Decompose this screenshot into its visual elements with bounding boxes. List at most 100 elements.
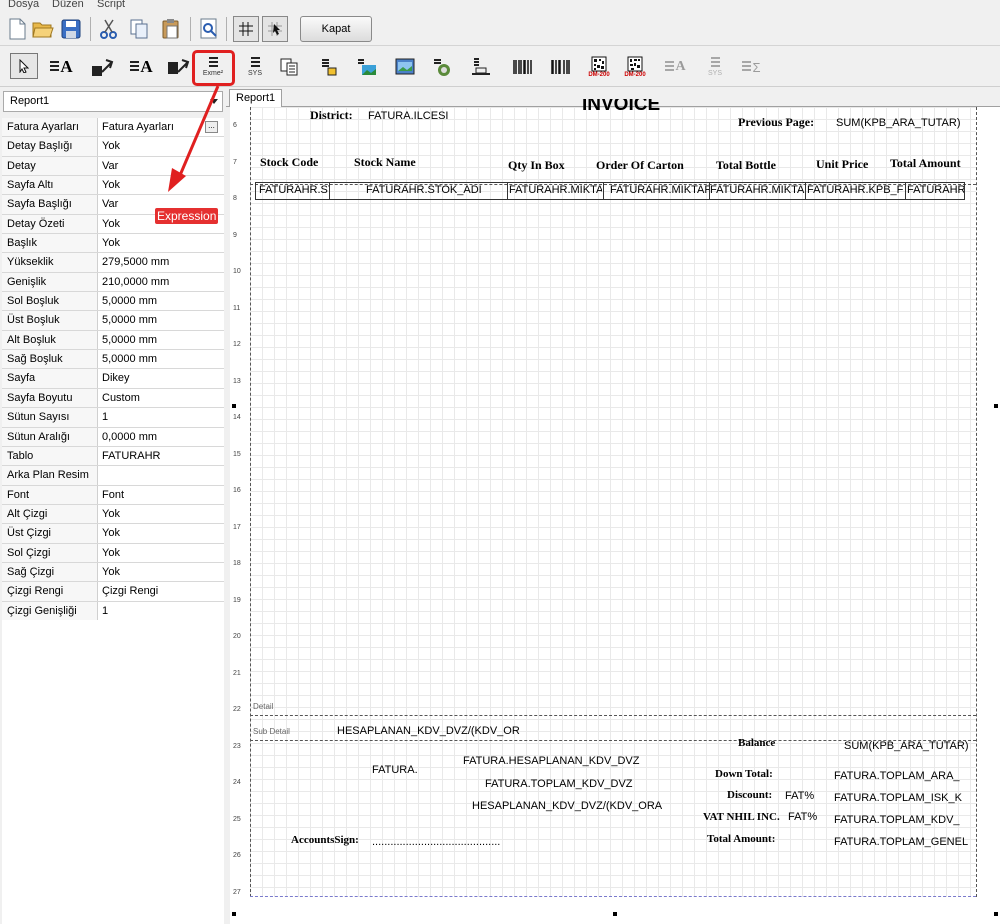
property-value[interactable]: Yok [102, 140, 120, 152]
property-row[interactable]: Çizgi Genişliği 1 [2, 601, 224, 621]
property-value[interactable]: Var [102, 198, 118, 210]
property-value[interactable]: 5,0000 mm [102, 353, 157, 365]
resize-handle-left[interactable] [232, 404, 236, 408]
property-row[interactable]: Üst Çizgi Yok [2, 524, 224, 544]
property-row[interactable]: Tablo FATURAHR [2, 446, 224, 467]
property-row[interactable]: Sol Boşluk 5,0000 mm [2, 292, 224, 312]
resize-handle-right[interactable] [994, 404, 998, 408]
cell-stock-code[interactable]: FATURAHR.ST [259, 184, 329, 199]
menu-duzen[interactable]: Düzen [52, 0, 84, 10]
invoice-title[interactable]: INVOICE [582, 99, 660, 114]
property-value[interactable]: Var [102, 160, 118, 172]
property-value[interactable]: 1 [102, 605, 108, 617]
col-qty-in-box[interactable]: Qty In Box [508, 158, 565, 173]
property-row[interactable]: Üst Boşluk 5,0000 mm [2, 311, 224, 331]
district-field[interactable]: FATURA.ILCESI [368, 110, 448, 122]
save-icon[interactable] [58, 16, 84, 42]
property-value[interactable]: 5,0000 mm [102, 334, 157, 346]
new-file-icon[interactable] [4, 16, 30, 42]
property-value[interactable]: 5,0000 mm [102, 295, 157, 307]
cell-total-amount[interactable]: FATURAHR [907, 184, 964, 199]
down-total-label[interactable]: Down Total: [715, 768, 773, 780]
col-total-amount[interactable]: Total Amount [890, 156, 961, 171]
property-value[interactable]: Font [102, 489, 124, 501]
property-row[interactable]: Sol Çizgi Yok [2, 543, 224, 563]
discount-field[interactable]: FATURA.TOPLAM_ISK_K [834, 792, 962, 804]
property-row[interactable]: Sayfa Dikey [2, 369, 224, 389]
total-amount-label[interactable]: Total Amount: [707, 833, 775, 845]
label-tool-icon[interactable]: A [46, 53, 76, 81]
property-value[interactable]: Yok [102, 527, 120, 539]
accounts-sign-label[interactable]: AccountsSign: [291, 834, 359, 846]
property-row[interactable]: Genişlik 210,0000 mm [2, 272, 224, 293]
db-datamatrix-tool-icon[interactable]: DM-200 [620, 53, 650, 81]
datamatrix-tool-icon[interactable]: DM-200 [584, 53, 614, 81]
rotated-db-label-tool-icon[interactable] [164, 53, 194, 81]
col-stock-code[interactable]: Stock Code [260, 155, 318, 170]
copy-icon[interactable] [126, 16, 152, 42]
col-order-of-carton[interactable]: Order Of Carton [596, 158, 684, 173]
property-row[interactable]: Sütun Aralığı 0,0000 mm [2, 427, 224, 447]
col-stock-name[interactable]: Stock Name [354, 155, 416, 170]
cut-icon[interactable] [96, 16, 122, 42]
paste-icon[interactable] [158, 16, 184, 42]
db-barcode-tool-icon[interactable] [546, 53, 576, 81]
rich-text-tool-icon[interactable] [314, 53, 344, 81]
cell-total-bottle[interactable]: FATURAHR.MIKTAR [710, 184, 805, 199]
cell-stock-name[interactable]: FATURAHR.STOK_ADI [366, 184, 506, 199]
barcode-tool-icon[interactable] [508, 53, 538, 81]
memo-tool-icon[interactable] [274, 53, 304, 81]
property-value[interactable]: Custom [102, 392, 140, 404]
property-row[interactable]: Yükseklik 279,5000 mm [2, 253, 224, 273]
system-field-tool-icon[interactable]: SYS [240, 53, 270, 81]
image-tool-icon[interactable] [352, 53, 382, 81]
hesaplanan-kdv-ora-field[interactable]: HESAPLANAN_KDV_DVZ/(KDV_ORA [472, 800, 662, 812]
property-row[interactable]: Alt Boşluk 5,0000 mm [2, 330, 224, 351]
property-value[interactable]: Yok [102, 566, 120, 578]
signature-dots[interactable]: ........................................… [372, 836, 500, 848]
property-value[interactable]: Yok [102, 179, 120, 191]
preview-icon[interactable] [196, 16, 222, 42]
property-value[interactable]: 5,0000 mm [102, 314, 157, 326]
property-row[interactable]: Çizgi Rengi Çizgi Rengi [2, 582, 224, 602]
cell-unit-price[interactable]: FATURAHR.KPB_FIY [807, 184, 904, 199]
property-row[interactable]: Alt Çizgi Yok [2, 504, 224, 525]
select-pointer-icon[interactable] [10, 53, 38, 79]
discount-label[interactable]: Discount: [727, 789, 772, 801]
discount-percent-field[interactable]: FAT% [785, 790, 814, 802]
menu-script[interactable]: Script [97, 0, 125, 10]
vat-label[interactable]: VAT NHIL INC. [703, 811, 780, 823]
cell-order-of-carton[interactable]: FATURAHR.MIKTARI [610, 184, 710, 199]
shape-tool-icon[interactable] [466, 53, 496, 81]
property-row[interactable]: Sağ Çizgi Yok [2, 562, 224, 583]
property-value[interactable]: Yok [102, 218, 120, 230]
district-label[interactable]: District: [310, 108, 353, 123]
property-row[interactable]: Başlık Yok [2, 234, 224, 254]
property-row[interactable]: Sütun Sayısı 1 [2, 408, 224, 428]
open-folder-icon[interactable] [30, 16, 56, 42]
db-image-tool-icon[interactable] [390, 53, 420, 81]
property-value[interactable]: Yok [102, 508, 120, 520]
resize-handle-bottom[interactable] [613, 912, 617, 916]
hesaplanan-kdv-dvz-field[interactable]: FATURA.HESAPLANAN_KDV_DVZ [463, 755, 639, 767]
property-row[interactable]: Font Font [2, 485, 224, 505]
down-total-field[interactable]: FATURA.TOPLAM_ARA_ [834, 770, 960, 782]
kapat-button[interactable]: Kapat [300, 16, 372, 42]
property-row[interactable]: Sağ Boşluk 5,0000 mm [2, 350, 224, 370]
previous-page-label[interactable]: Previous Page: [738, 115, 814, 130]
property-value[interactable]: FATURAHR [102, 450, 160, 462]
cell-qty-in-box[interactable]: FATURAHR.MIKTAR [509, 184, 602, 199]
resize-handle-bottom-left[interactable] [232, 912, 236, 916]
col-total-bottle[interactable]: Total Bottle [716, 158, 776, 173]
total-amount-field[interactable]: FATURA.TOPLAM_GENEL [834, 836, 968, 848]
vat-field[interactable]: FATURA.TOPLAM_KDV_ [834, 814, 960, 826]
vat-percent-field[interactable]: FAT% [788, 811, 817, 823]
property-value[interactable]: 279,5000 mm [102, 256, 169, 268]
col-unit-price[interactable]: Unit Price [816, 157, 868, 172]
property-value[interactable]: Dikey [102, 372, 130, 384]
property-value[interactable]: Yok [102, 237, 120, 249]
detail-row[interactable]: FATURAHR.ST FATURAHR.STOK_ADI FATURAHR.M… [255, 182, 965, 200]
balance-field[interactable]: SUM(KPB_ARA_TUTAR) [844, 740, 968, 752]
tab-report1[interactable]: Report1 [229, 89, 283, 107]
property-value[interactable]: Yok [102, 547, 120, 559]
